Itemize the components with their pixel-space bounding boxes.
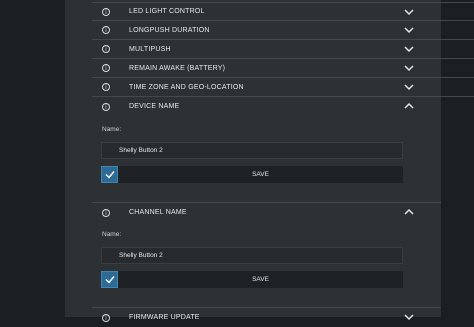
section-device-name[interactable]: i DEVICE NAME [92, 97, 474, 116]
section-multipush[interactable]: i MULTIPUSH [92, 40, 474, 59]
section-channel-name[interactable]: i CHANNEL NAME [92, 203, 474, 222]
chevron-down-icon[interactable] [404, 64, 414, 72]
info-icon[interactable]: i [102, 64, 110, 72]
chevron-down-icon[interactable] [404, 45, 414, 53]
section-label: MULTIPUSH [129, 45, 171, 53]
chevron-down-icon[interactable] [404, 8, 414, 16]
device-name-save-bar: SAVE [101, 166, 403, 183]
checkmark-icon [105, 276, 115, 284]
device-name-save-button[interactable]: SAVE [118, 166, 403, 183]
section-remain-awake[interactable]: i REMAIN AWAKE (BATTERY) [92, 59, 474, 78]
section-led-light-control[interactable]: i LED LIGHT CONTROL [92, 2, 474, 21]
section-label: REMAIN AWAKE (BATTERY) [129, 64, 226, 72]
chevron-down-icon[interactable] [404, 313, 414, 321]
info-icon[interactable]: i [102, 45, 110, 53]
chevron-up-icon[interactable] [404, 208, 414, 216]
channel-name-checkbox[interactable] [101, 271, 118, 288]
chevron-down-icon[interactable] [404, 83, 414, 91]
section-firmware-update[interactable]: i FIRMWARE UPDATE [92, 308, 474, 327]
info-icon[interactable]: i [102, 102, 110, 111]
info-icon[interactable]: i [102, 26, 110, 34]
section-label: LED LIGHT CONTROL [129, 8, 205, 15]
section-longpush-duration[interactable]: i LONGPUSH DURATION [92, 21, 474, 40]
section-label: TIME ZONE AND GEO-LOCATION [129, 83, 244, 91]
channel-name-save-button[interactable]: SAVE [118, 271, 403, 288]
device-name-input[interactable]: Shelly Button 2 [101, 142, 403, 159]
info-icon[interactable]: i [102, 313, 110, 322]
device-name-checkbox[interactable] [101, 166, 118, 183]
chevron-up-icon[interactable] [404, 102, 414, 110]
chevron-down-icon[interactable] [404, 26, 414, 34]
info-icon[interactable]: i [102, 208, 110, 217]
channel-name-save-bar: SAVE [101, 271, 403, 288]
info-icon[interactable]: i [102, 83, 110, 91]
section-label: FIRMWARE UPDATE [129, 314, 200, 321]
section-label: DEVICE NAME [129, 103, 180, 110]
section-time-zone[interactable]: i TIME ZONE AND GEO-LOCATION [92, 78, 474, 97]
device-name-label: Name: [102, 126, 122, 133]
section-label: LONGPUSH DURATION [129, 26, 210, 34]
channel-name-input[interactable]: Shelly Button 2 [101, 247, 403, 264]
section-label: CHANNEL NAME [129, 209, 187, 216]
info-icon[interactable]: i [102, 7, 110, 16]
channel-name-label: Name: [102, 231, 122, 238]
checkmark-icon [105, 171, 115, 179]
